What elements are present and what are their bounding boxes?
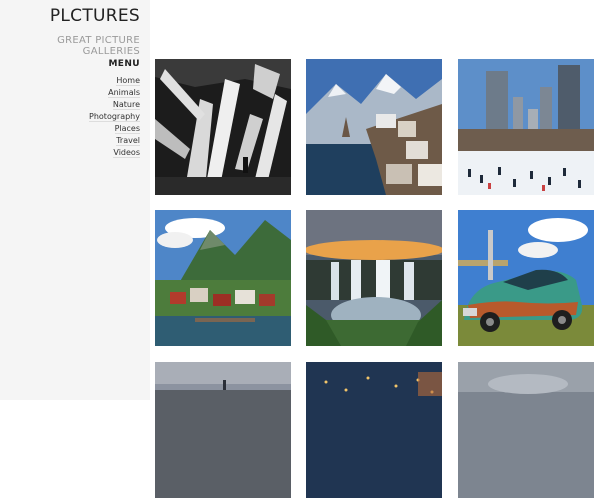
menu-item-home[interactable]: Home bbox=[89, 75, 140, 87]
snowy-city-park-image bbox=[458, 59, 594, 195]
gallery-thumbnail-crystal-cave[interactable] bbox=[155, 59, 291, 195]
sidebar: PLCTURES GREAT PICTURE GALLERIES MENU Ho… bbox=[0, 0, 150, 400]
menu-item-travel[interactable]: Travel bbox=[89, 135, 140, 147]
misty-landscape-image bbox=[458, 362, 594, 498]
crystal-cave-image bbox=[155, 59, 291, 195]
site-logo[interactable]: PLCTURES bbox=[50, 6, 140, 26]
gallery-thumbnail-snowy-city-park[interactable] bbox=[458, 59, 594, 195]
menu-item-animals[interactable]: Animals bbox=[89, 87, 140, 99]
site-tagline: GREAT PICTURE GALLERIES bbox=[57, 35, 140, 57]
gallery-thumbnail-waterfall-sunset[interactable] bbox=[306, 210, 442, 346]
waterfall-sunset-image bbox=[306, 210, 442, 346]
gallery-thumbnail-alpine-lake[interactable] bbox=[306, 59, 442, 195]
city-skyline-image bbox=[155, 362, 291, 498]
menu-item-videos[interactable]: Videos bbox=[89, 147, 140, 159]
main-menu: Home Animals Nature Photography Places T… bbox=[89, 75, 140, 159]
menu-item-nature[interactable]: Nature bbox=[89, 99, 140, 111]
gallery-thumbnail-city-skyline[interactable] bbox=[155, 362, 291, 498]
fjord-village-image bbox=[155, 210, 291, 346]
alpine-lake-image bbox=[306, 59, 442, 195]
menu-title: MENU bbox=[108, 59, 140, 69]
gallery-thumbnail-vintage-car[interactable] bbox=[458, 210, 594, 346]
city-night-image bbox=[306, 362, 442, 498]
gallery-thumbnail-city-night[interactable] bbox=[306, 362, 442, 498]
gallery-thumbnail-fjord-village[interactable] bbox=[155, 210, 291, 346]
gallery-thumbnail-misty-landscape[interactable] bbox=[458, 362, 594, 498]
menu-item-places[interactable]: Places bbox=[89, 123, 140, 135]
menu-item-photography[interactable]: Photography bbox=[89, 111, 140, 123]
vintage-car-image bbox=[458, 210, 594, 346]
